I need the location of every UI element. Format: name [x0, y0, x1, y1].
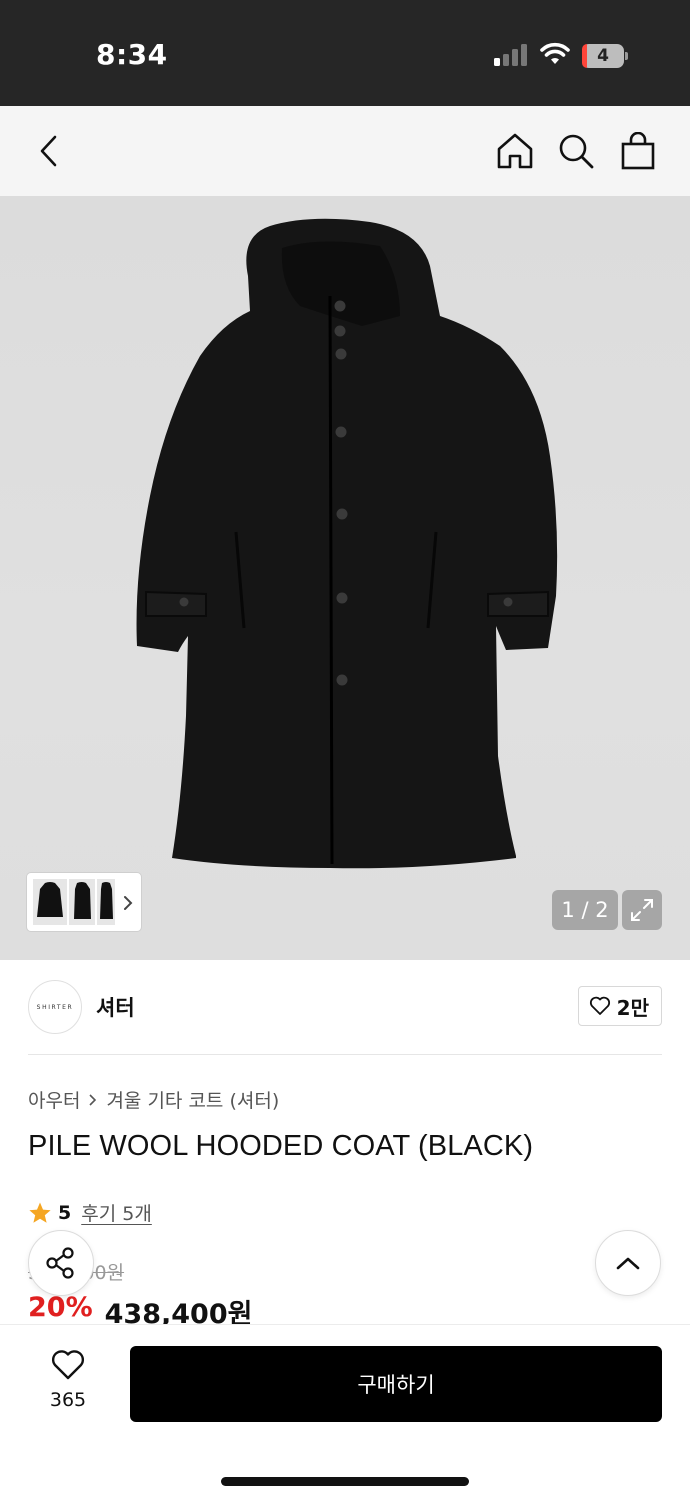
chevron-up-icon: [616, 1257, 640, 1270]
chevron-right-icon: [89, 1093, 97, 1106]
breadcrumb-subcategory[interactable]: 겨울 기타 코트 (셔터): [106, 1086, 279, 1113]
battery-level: 4: [597, 46, 609, 66]
search-icon[interactable]: [555, 130, 597, 172]
wishlist-count: 365: [49, 1389, 87, 1411]
cellular-signal-icon: [494, 44, 527, 66]
product-image-gallery[interactable]: 1 / 2: [0, 196, 690, 960]
brand-like-count: 2만: [616, 995, 649, 1020]
thumbnail-1[interactable]: [33, 879, 67, 925]
wifi-icon: [540, 42, 570, 64]
breadcrumb: 아우터 겨울 기타 코트 (셔터): [28, 1086, 279, 1113]
scroll-top-button[interactable]: [595, 1230, 661, 1296]
breadcrumb-category[interactable]: 아우터: [28, 1086, 80, 1113]
rating-row: 5 후기 5개: [28, 1199, 152, 1226]
buy-button[interactable]: 구매하기: [130, 1346, 662, 1422]
thumbnail-2[interactable]: [69, 879, 95, 925]
heart-icon: [589, 996, 610, 1015]
expand-icon[interactable]: [622, 890, 662, 930]
status-time: 8:34: [96, 38, 168, 71]
battery-icon: 4: [582, 44, 628, 68]
review-count-link[interactable]: 후기 5개: [81, 1199, 152, 1226]
bottom-purchase-bar: 365 구매하기: [0, 1324, 690, 1500]
chevron-right-icon: [124, 896, 133, 910]
thumbnail-strip[interactable]: [27, 873, 141, 931]
image-page-indicator: 1 / 2: [552, 890, 618, 930]
product-image: [136, 218, 558, 869]
star-icon: [29, 1202, 51, 1223]
home-icon[interactable]: [494, 130, 536, 172]
status-bar: 8:34 4: [0, 0, 690, 106]
top-navigation: [0, 106, 690, 196]
share-icon: [46, 1247, 74, 1279]
product-title: PILE WOOL HOODED COAT (BLACK): [28, 1130, 534, 1162]
brand-row[interactable]: SHIRTER 셔터 2만: [28, 980, 662, 1036]
wishlist-button[interactable]: 365: [28, 1349, 108, 1419]
divider: [28, 1054, 662, 1055]
thumbnail-3[interactable]: [97, 879, 115, 925]
rating-score: 5: [58, 1201, 72, 1224]
shopping-bag-icon[interactable]: [617, 130, 659, 172]
brand-logo[interactable]: SHIRTER: [28, 980, 82, 1034]
back-icon[interactable]: [28, 130, 70, 172]
share-button[interactable]: [28, 1230, 94, 1296]
heart-icon: [51, 1350, 85, 1380]
brand-like-button[interactable]: 2만: [577, 986, 662, 1026]
brand-name[interactable]: 셔터: [96, 992, 135, 1022]
home-indicator: [221, 1477, 469, 1486]
